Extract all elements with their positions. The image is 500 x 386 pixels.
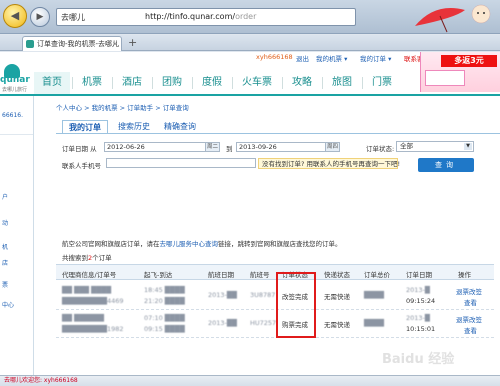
my-tickets-menu[interactable]: 我的机票 ▾ [316,53,347,63]
nav-tickets[interactable]: 门票 [364,72,400,94]
tab-strip: 订单查询-我的机票-去哪儿 × + [0,35,500,51]
browser-toolbar: ◀ ▶ 去哪儿 http://tinfo.qunar.com/order [0,0,500,34]
favicon-icon [26,40,34,48]
browser-skin-decoration [415,4,491,33]
status-highlight-box [276,272,316,338]
back-button[interactable]: ◀ [3,4,27,28]
nav-divider [0,94,500,96]
nav-guides[interactable]: 攻略 [284,72,320,94]
view-link[interactable]: 查看 [464,297,477,307]
tab-search-history[interactable]: 搜索历史 [112,120,156,134]
col-flight-no: 航班号 [250,271,270,279]
logo-word: qunar [0,75,30,85]
new-tab-button[interactable]: + [128,35,137,50]
sidebar-item[interactable]: 机 [2,242,8,251]
service-center-link[interactable]: 去哪儿服务中心查询 [160,240,219,248]
logo-subtitle: 去哪儿旅行 [2,87,28,93]
order-search-form: 订单日期 从 2012-06-26 周二 到 2013-09-26 周四 订单状… [56,141,500,200]
chevron-down-icon: ▼ [464,143,472,150]
site-logo[interactable]: qunar 去哪儿旅行 [0,62,30,93]
tab-precise-query[interactable]: 精确查询 [158,120,202,134]
nav-flights[interactable]: 机票 [74,72,110,94]
subtab-divider [56,133,500,134]
forward-button[interactable]: ▶ [30,7,50,27]
sidebar-item[interactable]: 店 [2,258,8,267]
forward-icon: ▶ [36,12,44,22]
sidebar-user[interactable]: 66616. [2,112,23,119]
sidebar-item[interactable]: 动 [2,218,8,227]
nav-hotels[interactable]: 酒店 [114,72,150,94]
to-date-input[interactable]: 2013-09-26 周四 [236,142,340,152]
col-order-date: 订单日期 [406,271,432,279]
calendar-icon[interactable]: 周四 [325,143,339,151]
col-total: 订单总价 [364,271,390,279]
sidebar-item[interactable]: 中心 [2,300,14,309]
promo-ad[interactable]: 多返3元 [420,52,500,92]
nav-train[interactable]: 火车票 [234,72,280,94]
calendar-icon[interactable]: 周二 [205,143,219,151]
my-orders-menu[interactable]: 我的订单 ▾ [360,53,391,63]
tab-label: 订单查询-我的机票-去哪儿 [37,40,120,48]
orders-table: 代理商信息/订单号 起飞-到达 航班日期 航班号 订单状态 快递状态 订单总价 … [56,264,494,340]
col-flight-date: 航班日期 [208,271,234,279]
from-date-input[interactable]: 2012-06-26 周二 [104,142,220,152]
col-agent: 代理商信息/订单号 [62,271,117,279]
tab-order-query[interactable]: 订单查询-我的机票-去哪儿 × [22,36,122,51]
tab-my-orders[interactable]: 我的订单 [62,120,108,134]
status-label: 订单状态: [366,145,395,153]
query-button[interactable]: 查询 [418,158,474,172]
sidebar-item[interactable]: 户 [2,192,8,201]
table-header: 代理商信息/订单号 起飞-到达 航班日期 航班号 订单状态 快递状态 订单总价 … [56,264,494,280]
nav-vacation[interactable]: 度假 [194,72,230,94]
close-tab-icon[interactable]: × [112,37,118,51]
to-label: 到 [226,145,233,153]
status-select[interactable]: 全部 ▼ [396,141,474,152]
logout-link[interactable]: 退出 [296,53,309,63]
table-row: ██ ██████ █████████1982 07:10 ████ 09:15… [56,310,494,338]
col-express: 快递状态 [324,271,350,279]
username[interactable]: xyh666168 [256,53,293,61]
nav-groupbuy[interactable]: 团购 [154,72,190,94]
refund-change-link[interactable]: 退票改签 [456,314,482,324]
contact-phone-input[interactable] [106,158,256,168]
refund-change-link[interactable]: 退票改签 [456,286,482,296]
browser-status-bar: 去哪儿欢迎您: xyh666168 [0,375,500,386]
watermark: Baidu 经验 [382,352,455,367]
left-sidebar: 66616. 户 动 机 店 票 中心 [0,96,34,375]
page-content: xyh666168 退出 我的机票 ▾ 我的订单 ▾ 联系客服 收藏 qunar… [0,52,500,375]
promo-badge: 多返3元 [441,55,497,67]
table-row: ██ ███ ████ █████████4469 18:45 ████ 21:… [56,282,494,310]
airline-notice: 航空公司官网和旗舰店订单，请在去哪儿服务中心查询链接，跳转到官网和旗舰店查找您的… [62,240,342,248]
nav-travel-map[interactable]: 旅图 [324,72,360,94]
nav-home[interactable]: 首页 [34,72,70,94]
address-bar[interactable]: 去哪儿 http://tinfo.qunar.com/order [56,8,356,26]
main-nav: 首页 机票 酒店 团购 度假 火车票 攻略 旅图 门票 [34,72,404,94]
contact-phone-label: 联系人手机号 [62,162,101,170]
promo-image [425,70,465,86]
col-route: 起飞-到达 [144,271,173,279]
col-actions: 操作 [458,271,471,279]
site-identity: 去哪儿 [61,13,85,22]
url-text: http://tinfo.qunar.com/order [145,12,257,21]
breadcrumb[interactable]: 个人中心 > 我的机票 > 订单助手 > 订单查询 [56,102,189,112]
search-tip: 没有找到订单? 用联系人的手机号再查询一下吧! [258,158,400,169]
back-icon: ◀ [10,9,20,22]
order-date-label: 订单日期 从 [62,145,97,153]
sidebar-item[interactable]: 票 [2,280,8,289]
result-count: 共搜索到2个订单 [62,254,112,262]
view-link[interactable]: 查看 [464,325,477,335]
